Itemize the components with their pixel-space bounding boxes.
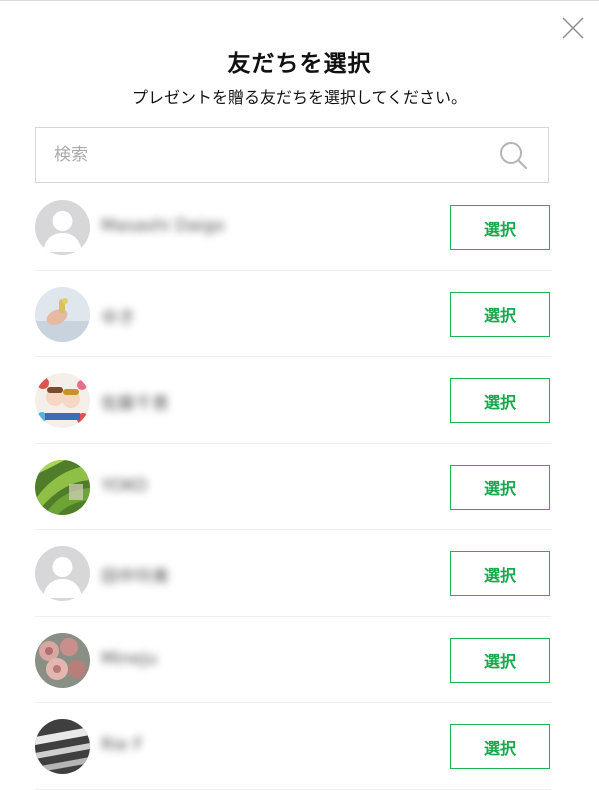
friend-name: 田中玲美 [101, 567, 169, 587]
friend-row: ゆき 選択 [35, 271, 551, 357]
select-button[interactable]: 選択 [450, 378, 550, 423]
select-button[interactable]: 選択 [450, 551, 550, 596]
search-box [35, 127, 549, 183]
dialog-top-border [0, 0, 599, 1]
avatar [35, 373, 90, 428]
friend-name: Mineju [101, 648, 158, 669]
avatar [35, 719, 90, 774]
select-button[interactable]: 選択 [450, 291, 550, 337]
photo-flowers-icon [35, 632, 90, 688]
friend-row: YOKO 選択 [35, 444, 551, 530]
avatar [35, 546, 90, 601]
photo-leaves-icon [35, 459, 90, 515]
friend-name: YOKO [101, 475, 148, 496]
dialog-subtitle: プレゼントを贈る友だちを選択してください。 [131, 88, 468, 107]
dialog-title: 友だちを選択 [227, 51, 372, 77]
avatar [35, 200, 90, 255]
friend-row: 田中玲美 選択 [35, 530, 551, 617]
friend-name: Masashi Daigo [101, 216, 225, 236]
photo-pattern-icon [35, 719, 90, 774]
friend-name: ゆき [101, 307, 135, 328]
select-button[interactable]: 選択 [450, 637, 550, 683]
close-button[interactable] [558, 13, 588, 43]
default-avatar-icon [35, 200, 90, 255]
friend-list: Masashi Daigo 選択 ゆき 選択 佐藤千恵 選択 YOKO 選択 田… [35, 184, 551, 790]
search-icon[interactable] [498, 140, 530, 172]
friend-row: Rie F 選択 [35, 703, 551, 790]
friend-name: Rie F [101, 735, 144, 755]
search-input[interactable] [37, 129, 477, 181]
friend-row: Mineju 選択 [35, 617, 551, 703]
select-button[interactable]: 選択 [450, 724, 550, 769]
close-icon [562, 17, 584, 39]
avatar [35, 286, 90, 342]
friend-row: 佐藤千恵 選択 [35, 357, 551, 444]
select-button[interactable]: 選択 [450, 464, 550, 510]
friend-row: Masashi Daigo 選択 [35, 184, 551, 271]
photo-hand-icon [35, 286, 90, 342]
avatar [35, 459, 90, 515]
photo-illustration-icon [35, 373, 90, 428]
default-avatar-icon [35, 546, 90, 601]
select-button[interactable]: 選択 [450, 205, 550, 250]
avatar [35, 632, 90, 688]
friend-name: 佐藤千恵 [101, 394, 169, 414]
